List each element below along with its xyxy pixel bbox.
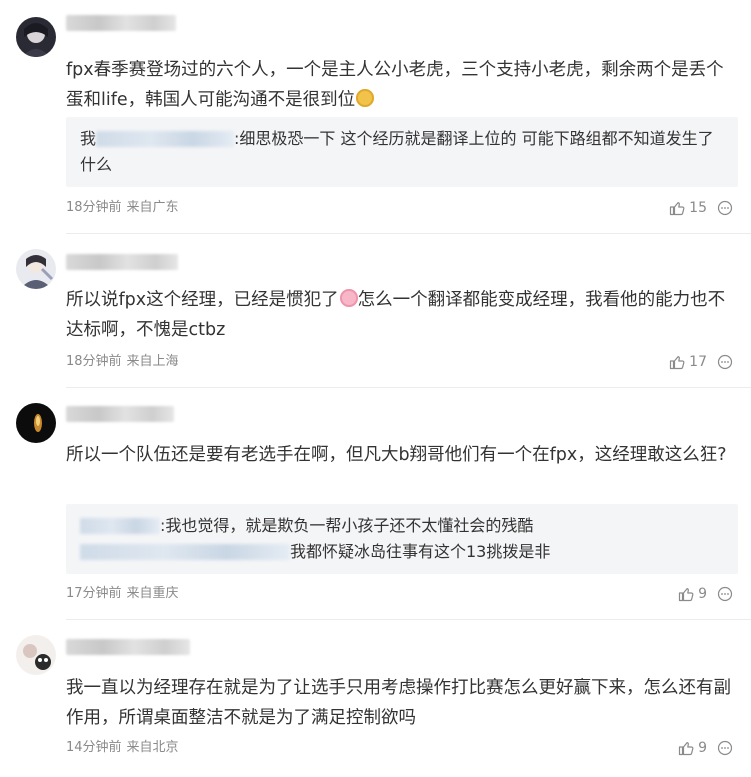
more-options-icon[interactable] bbox=[717, 200, 733, 216]
thumbs-up-icon bbox=[678, 740, 694, 756]
comment-meta: 14分钟前 来自北京 bbox=[66, 739, 179, 757]
location: 来自上海 bbox=[126, 354, 179, 369]
comment-actions: 9 bbox=[678, 738, 733, 758]
thumbs-up-icon bbox=[678, 586, 694, 602]
avatar[interactable] bbox=[16, 249, 56, 289]
like-count: 9 bbox=[698, 740, 707, 756]
comment-actions: 9 bbox=[678, 584, 733, 604]
comment-text: 所以说fpx这个经理，已经是惯犯了 怎么一个翻译都能变成经理，我看他的能力也不达标… bbox=[66, 289, 726, 340]
reply-line: :我也觉得，就是欺负一帮小孩子还不太懂社会的残酷 bbox=[80, 513, 724, 539]
reply-username-blurred[interactable] bbox=[80, 518, 160, 534]
reply-box: :我也觉得，就是欺负一帮小孩子还不太懂社会的残酷 我都怀疑冰岛往事有这个13挑拨… bbox=[66, 504, 738, 574]
reply-username-blurred[interactable] bbox=[80, 544, 290, 560]
reply-line: 我都怀疑冰岛往事有这个13挑拨是非 bbox=[80, 539, 724, 565]
like-button[interactable]: 9 bbox=[678, 740, 707, 756]
username-blurred[interactable] bbox=[66, 15, 176, 31]
avatar[interactable] bbox=[16, 635, 56, 675]
divider bbox=[66, 387, 751, 388]
thumbs-up-icon bbox=[669, 354, 685, 370]
comment-text: 我一直以为经理存在就是为了让选手只用考虑操作打比赛怎么更好赢下来，怎么还有副作用… bbox=[66, 678, 731, 728]
comment-meta: 18分钟前 来自上海 bbox=[66, 353, 179, 371]
divider bbox=[66, 619, 751, 620]
pig-emoji bbox=[339, 289, 358, 307]
avatar[interactable] bbox=[16, 17, 56, 57]
comment-text: 所以一个队伍还是要有老选手在啊，但凡大b翔哥他们有一个在fpx，这经理敢这么狂? bbox=[66, 445, 727, 465]
timestamp: 14分钟前 bbox=[66, 740, 122, 755]
more-options-icon[interactable] bbox=[717, 354, 733, 370]
timestamp: 17分钟前 bbox=[66, 586, 122, 601]
username-blurred[interactable] bbox=[66, 254, 178, 270]
comment-actions: 15 bbox=[669, 198, 733, 218]
comment-meta: 18分钟前 来自广东 bbox=[66, 199, 179, 217]
thumbs-up-icon bbox=[669, 200, 685, 216]
like-count: 9 bbox=[698, 586, 707, 602]
comment-meta: 17分钟前 来自重庆 bbox=[66, 585, 179, 603]
more-options-icon[interactable] bbox=[717, 586, 733, 602]
doge-emoji bbox=[356, 89, 375, 107]
timestamp: 18分钟前 bbox=[66, 354, 122, 369]
timestamp: 18分钟前 bbox=[66, 200, 122, 215]
comment-text: fpx春季赛登场过的六个人，一个是主人公小老虎，三个支持小老虎，剩余两个是丢个蛋… bbox=[66, 60, 724, 110]
location: 来自重庆 bbox=[126, 586, 179, 601]
like-button[interactable]: 17 bbox=[669, 354, 707, 370]
location: 来自北京 bbox=[126, 740, 179, 755]
comment-actions: 17 bbox=[669, 352, 733, 372]
like-count: 15 bbox=[689, 200, 707, 216]
reply-box: 我:细思极恐一下 这个经历就是翻译上位的 可能下路组都不知道发生了什么 bbox=[66, 117, 738, 187]
username-blurred[interactable] bbox=[66, 639, 190, 655]
like-count: 17 bbox=[689, 354, 707, 370]
more-options-icon[interactable] bbox=[717, 740, 733, 756]
like-button[interactable]: 9 bbox=[678, 586, 707, 602]
reply-line: 我:细思极恐一下 这个经历就是翻译上位的 可能下路组都不知道发生了什么 bbox=[80, 129, 714, 174]
avatar[interactable] bbox=[16, 403, 56, 443]
username-blurred[interactable] bbox=[66, 406, 174, 422]
like-button[interactable]: 15 bbox=[669, 200, 707, 216]
location: 来自广东 bbox=[126, 200, 179, 215]
reply-username-blurred[interactable] bbox=[96, 131, 235, 147]
divider bbox=[66, 233, 751, 234]
